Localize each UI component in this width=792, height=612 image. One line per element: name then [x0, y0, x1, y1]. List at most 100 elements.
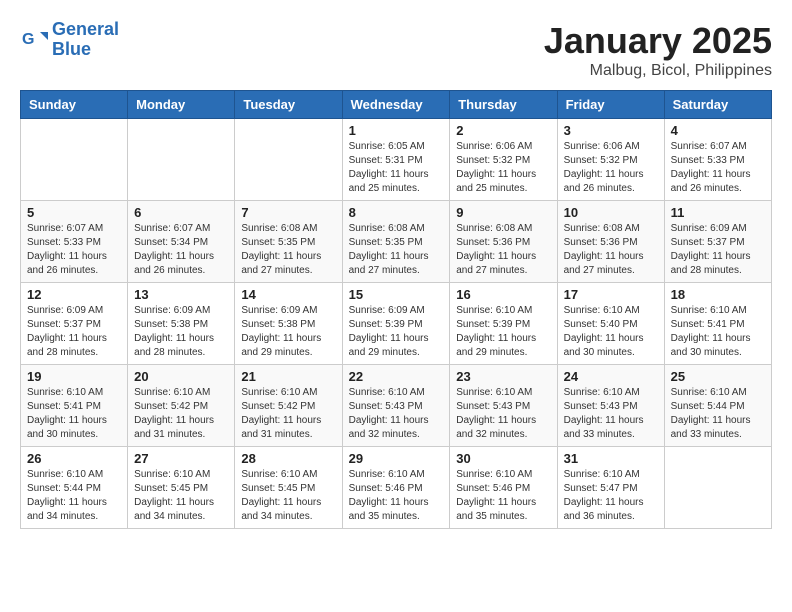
- calendar-week-1: 1 Sunrise: 6:05 AMSunset: 5:31 PMDaylight…: [21, 119, 772, 201]
- day-info: Sunrise: 6:09 AMSunset: 5:37 PMDaylight:…: [671, 222, 765, 278]
- calendar-cell: 10 Sunrise: 6:08 AMSunset: 5:36 PMDayligh…: [557, 201, 664, 283]
- calendar-cell: 14 Sunrise: 6:09 AMSunset: 5:38 PMDayligh…: [235, 283, 342, 365]
- calendar-cell: 1 Sunrise: 6:05 AMSunset: 5:31 PMDaylight…: [342, 119, 450, 201]
- calendar-cell: 25Sunrise: 6:10 AMSunset: 5:44 PMDayligh…: [664, 365, 771, 447]
- day-info: Sunrise: 6:05 AMSunset: 5:31 PMDaylight:…: [349, 140, 444, 196]
- col-header-tuesday: Tuesday: [235, 91, 342, 119]
- col-header-saturday: Saturday: [664, 91, 771, 119]
- day-info: Sunrise: 6:10 AMSunset: 5:42 PMDaylight:…: [241, 386, 335, 442]
- day-number: 19: [27, 369, 121, 384]
- calendar: SundayMondayTuesdayWednesdayThursdayFrid…: [20, 90, 772, 529]
- day-info: Sunrise: 6:10 AMSunset: 5:45 PMDaylight:…: [134, 468, 228, 524]
- calendar-cell: 17 Sunrise: 6:10 AMSunset: 5:40 PMDayligh…: [557, 283, 664, 365]
- day-number: 13: [134, 287, 228, 302]
- calendar-header: SundayMondayTuesdayWednesdayThursdayFrid…: [21, 91, 772, 119]
- day-info: Sunrise: 6:10 AMSunset: 5:40 PMDaylight:…: [564, 304, 658, 360]
- calendar-body: 1 Sunrise: 6:05 AMSunset: 5:31 PMDaylight…: [21, 119, 772, 529]
- calendar-cell: 21 Sunrise: 6:10 AMSunset: 5:42 PMDayligh…: [235, 365, 342, 447]
- col-header-wednesday: Wednesday: [342, 91, 450, 119]
- calendar-cell: 11Sunrise: 6:09 AMSunset: 5:37 PMDayligh…: [664, 201, 771, 283]
- day-number: 14: [241, 287, 335, 302]
- col-header-friday: Friday: [557, 91, 664, 119]
- day-number: 21: [241, 369, 335, 384]
- month-title: January 2025: [544, 20, 772, 62]
- calendar-cell: 26Sunrise: 6:10 AMSunset: 5:44 PMDayligh…: [21, 447, 128, 529]
- calendar-cell: 9 Sunrise: 6:08 AMSunset: 5:36 PMDaylight…: [450, 201, 557, 283]
- day-number: 22: [349, 369, 444, 384]
- day-number: 10: [564, 205, 658, 220]
- svg-text:G: G: [22, 31, 34, 48]
- day-info: Sunrise: 6:09 AMSunset: 5:38 PMDaylight:…: [241, 304, 335, 360]
- day-info: Sunrise: 6:10 AMSunset: 5:46 PMDaylight:…: [456, 468, 550, 524]
- day-info: Sunrise: 6:10 AMSunset: 5:47 PMDaylight:…: [564, 468, 658, 524]
- day-info: Sunrise: 6:10 AMSunset: 5:41 PMDaylight:…: [671, 304, 765, 360]
- day-info: Sunrise: 6:08 AMSunset: 5:35 PMDaylight:…: [241, 222, 335, 278]
- day-number: 9: [456, 205, 550, 220]
- day-number: 27: [134, 451, 228, 466]
- header-row: SundayMondayTuesdayWednesdayThursdayFrid…: [21, 91, 772, 119]
- calendar-cell: [128, 119, 235, 201]
- calendar-week-4: 19Sunrise: 6:10 AMSunset: 5:41 PMDayligh…: [21, 365, 772, 447]
- day-number: 5: [27, 205, 121, 220]
- logo-icon: G: [20, 26, 48, 54]
- calendar-cell: 19Sunrise: 6:10 AMSunset: 5:41 PMDayligh…: [21, 365, 128, 447]
- day-number: 7: [241, 205, 335, 220]
- day-info: Sunrise: 6:09 AMSunset: 5:38 PMDaylight:…: [134, 304, 228, 360]
- day-info: Sunrise: 6:10 AMSunset: 5:43 PMDaylight:…: [564, 386, 658, 442]
- calendar-cell: 5Sunrise: 6:07 AMSunset: 5:33 PMDaylight…: [21, 201, 128, 283]
- calendar-cell: 16 Sunrise: 6:10 AMSunset: 5:39 PMDayligh…: [450, 283, 557, 365]
- calendar-cell: [21, 119, 128, 201]
- day-number: 24: [564, 369, 658, 384]
- day-number: 12: [27, 287, 121, 302]
- day-info: Sunrise: 6:10 AMSunset: 5:44 PMDaylight:…: [27, 468, 121, 524]
- day-number: 29: [349, 451, 444, 466]
- calendar-cell: 12Sunrise: 6:09 AMSunset: 5:37 PMDayligh…: [21, 283, 128, 365]
- calendar-cell: 27 Sunrise: 6:10 AMSunset: 5:45 PMDayligh…: [128, 447, 235, 529]
- calendar-week-3: 12Sunrise: 6:09 AMSunset: 5:37 PMDayligh…: [21, 283, 772, 365]
- day-number: 16: [456, 287, 550, 302]
- day-info: Sunrise: 6:08 AMSunset: 5:36 PMDaylight:…: [564, 222, 658, 278]
- logo: G General Blue: [20, 20, 119, 60]
- day-info: Sunrise: 6:06 AMSunset: 5:32 PMDaylight:…: [564, 140, 658, 196]
- day-number: 15: [349, 287, 444, 302]
- day-info: Sunrise: 6:06 AMSunset: 5:32 PMDaylight:…: [456, 140, 550, 196]
- day-number: 8: [349, 205, 444, 220]
- day-info: Sunrise: 6:10 AMSunset: 5:43 PMDaylight:…: [456, 386, 550, 442]
- col-header-thursday: Thursday: [450, 91, 557, 119]
- calendar-cell: 2 Sunrise: 6:06 AMSunset: 5:32 PMDaylight…: [450, 119, 557, 201]
- calendar-cell: 18 Sunrise: 6:10 AMSunset: 5:41 PMDayligh…: [664, 283, 771, 365]
- calendar-cell: 23 Sunrise: 6:10 AMSunset: 5:43 PMDayligh…: [450, 365, 557, 447]
- day-info: Sunrise: 6:10 AMSunset: 5:42 PMDaylight:…: [134, 386, 228, 442]
- day-number: 23: [456, 369, 550, 384]
- day-info: Sunrise: 6:08 AMSunset: 5:35 PMDaylight:…: [349, 222, 444, 278]
- day-number: 4: [671, 123, 765, 138]
- calendar-cell: 30Sunrise: 6:10 AMSunset: 5:46 PMDayligh…: [450, 447, 557, 529]
- day-info: Sunrise: 6:09 AMSunset: 5:39 PMDaylight:…: [349, 304, 444, 360]
- day-number: 20: [134, 369, 228, 384]
- day-number: 6: [134, 205, 228, 220]
- day-info: Sunrise: 6:07 AMSunset: 5:33 PMDaylight:…: [671, 140, 765, 196]
- day-info: Sunrise: 6:10 AMSunset: 5:45 PMDaylight:…: [241, 468, 335, 524]
- calendar-cell: 31Sunrise: 6:10 AMSunset: 5:47 PMDayligh…: [557, 447, 664, 529]
- col-header-sunday: Sunday: [21, 91, 128, 119]
- day-number: 3: [564, 123, 658, 138]
- day-number: 18: [671, 287, 765, 302]
- calendar-cell: 8 Sunrise: 6:08 AMSunset: 5:35 PMDaylight…: [342, 201, 450, 283]
- calendar-cell: 4 Sunrise: 6:07 AMSunset: 5:33 PMDaylight…: [664, 119, 771, 201]
- day-number: 2: [456, 123, 550, 138]
- title-block: January 2025 Malbug, Bicol, Philippines: [544, 20, 772, 80]
- day-number: 1: [349, 123, 444, 138]
- logo-line1: General: [52, 19, 119, 39]
- day-info: Sunrise: 6:07 AMSunset: 5:34 PMDaylight:…: [134, 222, 228, 278]
- day-info: Sunrise: 6:10 AMSunset: 5:44 PMDaylight:…: [671, 386, 765, 442]
- day-info: Sunrise: 6:08 AMSunset: 5:36 PMDaylight:…: [456, 222, 550, 278]
- calendar-cell: 20 Sunrise: 6:10 AMSunset: 5:42 PMDayligh…: [128, 365, 235, 447]
- day-info: Sunrise: 6:10 AMSunset: 5:39 PMDaylight:…: [456, 304, 550, 360]
- day-number: 17: [564, 287, 658, 302]
- calendar-cell: 24 Sunrise: 6:10 AMSunset: 5:43 PMDayligh…: [557, 365, 664, 447]
- calendar-cell: 28Sunrise: 6:10 AMSunset: 5:45 PMDayligh…: [235, 447, 342, 529]
- day-info: Sunrise: 6:10 AMSunset: 5:43 PMDaylight:…: [349, 386, 444, 442]
- calendar-week-5: 26Sunrise: 6:10 AMSunset: 5:44 PMDayligh…: [21, 447, 772, 529]
- calendar-cell: 15 Sunrise: 6:09 AMSunset: 5:39 PMDayligh…: [342, 283, 450, 365]
- calendar-cell: 22 Sunrise: 6:10 AMSunset: 5:43 PMDayligh…: [342, 365, 450, 447]
